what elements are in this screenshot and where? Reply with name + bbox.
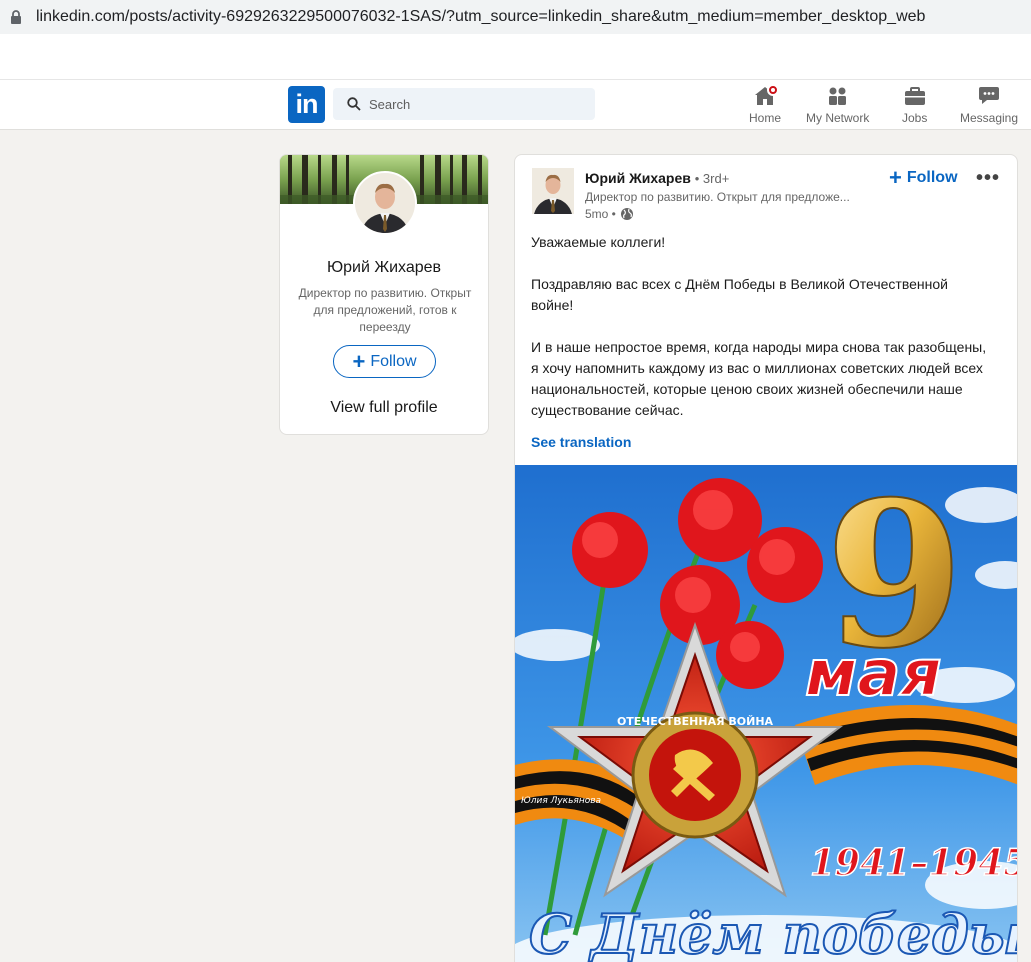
network-icon [826,84,850,108]
post-image[interactable]: 9 мая ОТЕЧЕСТВЕННАЯ ВОЙНА 1941–1945 С Дн… [515,465,1018,962]
nav-home[interactable]: Home [749,84,781,125]
profile-headline: Директор по развитию. Открыт для предлож… [298,286,472,334]
briefcase-icon [903,84,927,108]
nav-messaging[interactable]: Messaging [960,84,1018,125]
more-options-icon[interactable]: ••• [976,167,1000,190]
nav-jobs[interactable]: Jobs [902,84,927,125]
month-text: мая [805,637,942,711]
linkedin-navbar: in Home My Network [0,80,1031,130]
years-text: 1941–1945 [810,842,1018,884]
home-icon [753,84,779,108]
post-author-name-text: Юрий Жихарев [585,170,691,186]
nav-my-network[interactable]: My Network [806,84,869,125]
post-author-name[interactable]: Юрий Жихарев • 3rd+ [585,170,729,186]
post-author-avatar[interactable] [532,168,574,214]
lock-icon [11,10,21,24]
profile-avatar[interactable] [353,171,417,235]
post-paragraph: И в наше непростое время, когда народы м… [531,339,987,418]
search-box[interactable] [333,88,595,120]
notification-badge [767,84,779,96]
address-bar[interactable]: linkedin.com/posts/activity-692926322950… [0,0,1031,34]
greeting-text: С Днём победы! [529,902,1018,962]
profile-follow-button[interactable]: + Follow [333,345,436,378]
post-author-headline: Директор по развитию. Открыт для предлож… [585,190,850,204]
see-translation-link[interactable]: See translation [531,434,631,450]
search-input[interactable] [369,96,569,112]
browser-toolbar-strip [0,34,1031,80]
plus-icon: + [352,348,366,374]
post-card: Юрий Жихарев • 3rd+ Директор по развитию… [514,154,1018,962]
post-timestamp: 5mo • [585,207,634,221]
post-follow-button[interactable]: + Follow [889,167,958,189]
profile-name: Юрий Жихарев [326,259,442,276]
messaging-icon [977,84,1001,108]
search-icon [347,97,361,111]
nav-messaging-label: Messaging [960,111,1019,125]
victory-day-card: 9 мая ОТЕЧЕСТВЕННАЯ ВОЙНА 1941–1945 С Дн… [515,465,1018,962]
post-time-text: 5mo • [585,207,616,221]
globe-icon [620,208,633,220]
nav-home-label: Home [749,111,782,125]
post-paragraph: Уважаемые коллеги! [531,234,666,250]
signature-text: Юлия Лукьянова [521,796,601,806]
url-text: linkedin.com/posts/activity-692926322950… [36,8,926,25]
view-full-profile-link[interactable]: View full profile [280,399,488,417]
post-follow-label: Follow [906,169,958,186]
plus-icon: + [889,165,902,190]
nav-my-network-label: My Network [806,111,870,125]
profile-card: Юрий Жихарев Директор по развитию. Откры… [279,154,489,435]
linkedin-logo[interactable]: in [288,86,325,123]
connection-degree: • 3rd+ [694,171,730,186]
post-paragraph: Поздравляю вас всех с Днём Победы в Вели… [531,276,948,313]
profile-follow-label: Follow [370,352,417,370]
order-text: ОТЕЧЕСТВЕННАЯ ВОЙНА [617,715,774,728]
post-body: Уважаемые коллеги! Поздравляю вас всех с… [531,232,991,442]
nav-jobs-label: Jobs [902,111,928,125]
